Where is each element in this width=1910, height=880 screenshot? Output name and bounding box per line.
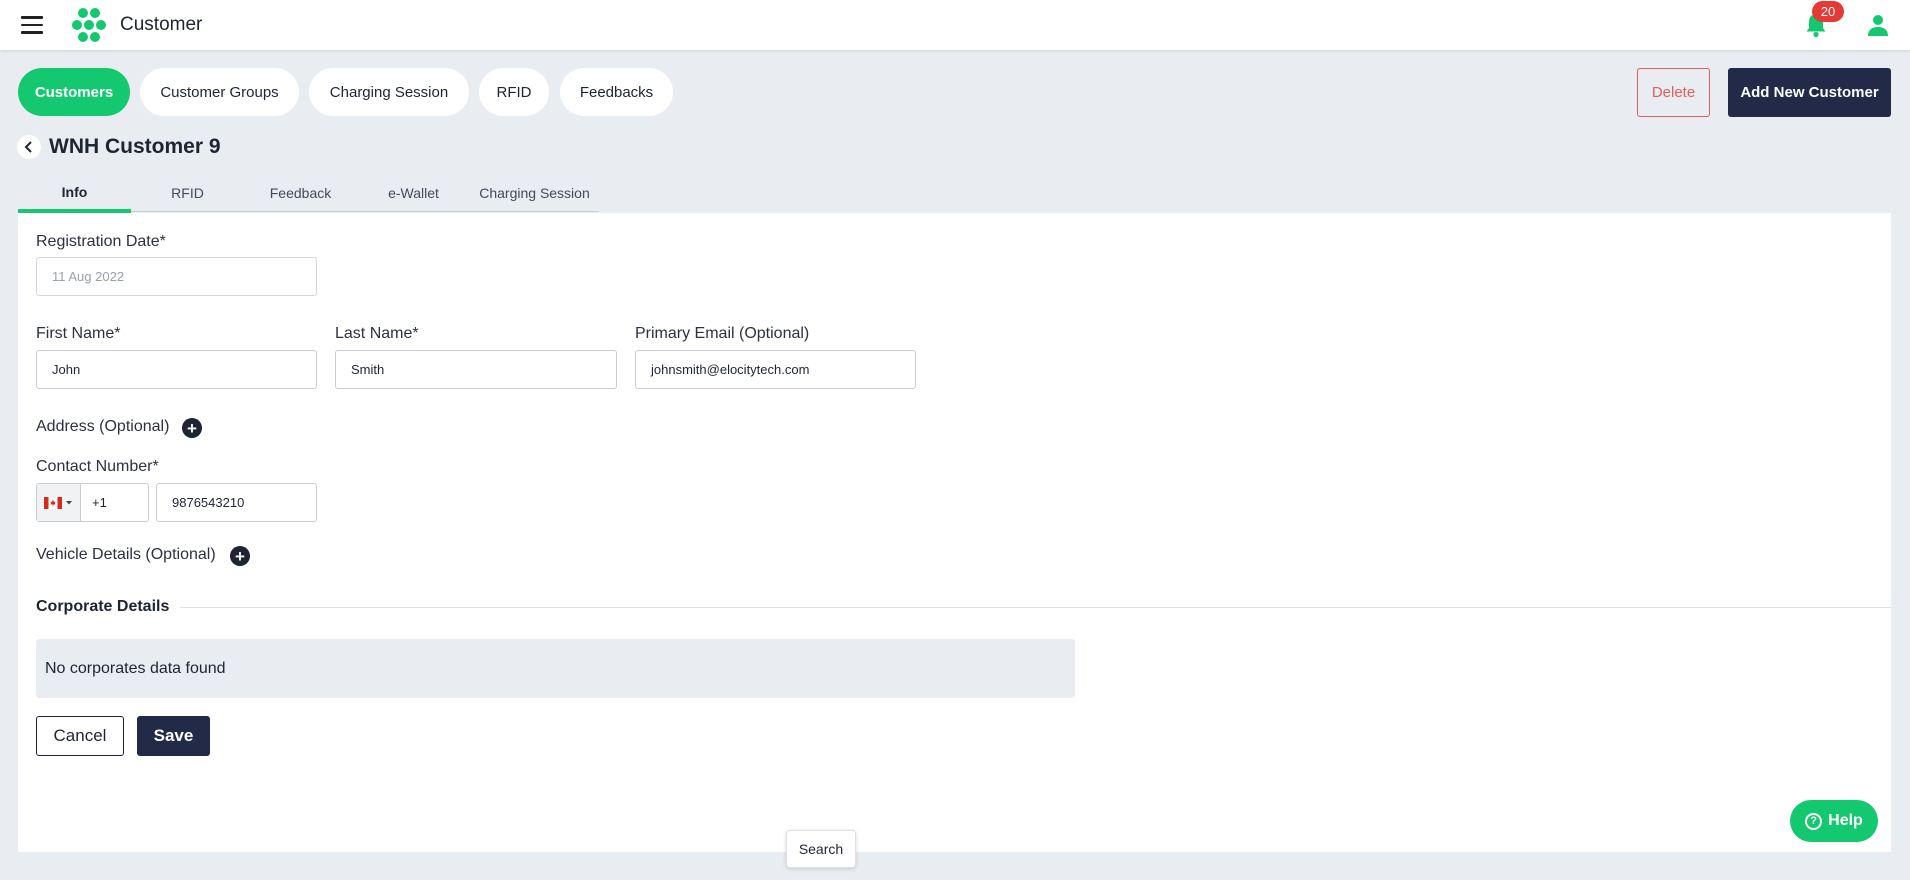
delete-button[interactable]: Delete	[1637, 68, 1710, 117]
registration-date-label: Registration Date*	[36, 233, 166, 250]
last-name-field[interactable]: Smith	[335, 350, 617, 389]
hamburger-icon[interactable]	[21, 16, 43, 34]
search-tooltip[interactable]: Search	[786, 830, 856, 868]
chevron-left-icon	[24, 141, 32, 153]
app-logo	[72, 8, 106, 42]
cancel-button[interactable]: Cancel	[36, 716, 124, 756]
help-label: Help	[1828, 812, 1863, 829]
registration-date-field: 11 Aug 2022	[36, 257, 317, 296]
add-vehicle-icon[interactable]: +	[230, 546, 250, 566]
nav-pill-customers[interactable]: Customers	[18, 68, 130, 116]
tab-rfid[interactable]: RFID	[131, 174, 244, 212]
email-label: Primary Email (Optional)	[635, 325, 810, 342]
nav-pill-feedbacks[interactable]: Feedbacks	[560, 68, 673, 116]
corporate-details-heading: Corporate Details	[36, 598, 170, 615]
help-button[interactable]: ? Help	[1790, 800, 1878, 842]
app-title: Customer	[120, 14, 203, 35]
tab-feedback[interactable]: Feedback	[244, 174, 357, 212]
first-name-label: First Name*	[36, 325, 121, 342]
tab-charging-session[interactable]: Charging Session	[470, 174, 599, 212]
canada-flag-icon	[44, 496, 62, 509]
tab-e-wallet[interactable]: e-Wallet	[357, 174, 470, 212]
question-icon: ?	[1805, 812, 1823, 830]
nav-pill-charging-session[interactable]: Charging Session	[309, 68, 469, 116]
detail-tabs: Info RFID Feedback e-Wallet Charging Ses…	[18, 174, 599, 213]
user-icon[interactable]	[1866, 13, 1890, 37]
nav-pill-customer-groups[interactable]: Customer Groups	[140, 68, 299, 116]
corporates-empty-state: No corporates data found	[36, 639, 1075, 698]
back-button[interactable]	[17, 135, 41, 159]
page-title: WNH Customer 9	[49, 135, 221, 158]
dial-code: +1	[92, 495, 107, 510]
top-bar: Customer 20	[0, 0, 1910, 50]
vehicle-details-label: Vehicle Details (Optional)	[36, 546, 216, 563]
notification-badge: 20	[1812, 1, 1844, 22]
save-button[interactable]: Save	[137, 716, 210, 756]
country-select[interactable]	[37, 484, 81, 521]
contact-number-label: Contact Number*	[36, 458, 159, 475]
last-name-label: Last Name*	[335, 325, 419, 342]
email-field[interactable]: johnsmith@elocitytech.com	[635, 350, 916, 389]
section-divider	[180, 607, 1891, 608]
customer-info-card	[18, 213, 1891, 852]
add-address-icon[interactable]: +	[182, 418, 202, 438]
add-new-customer-button[interactable]: Add New Customer	[1728, 68, 1891, 117]
tab-info[interactable]: Info	[18, 174, 131, 213]
caret-down-icon	[66, 500, 72, 504]
address-label: Address (Optional)	[36, 418, 170, 435]
first-name-field[interactable]: John	[36, 350, 317, 389]
contact-number-field[interactable]: 9876543210	[156, 483, 317, 522]
nav-pill-rfid[interactable]: RFID	[479, 68, 549, 116]
dial-code-field[interactable]: +1	[36, 483, 149, 522]
